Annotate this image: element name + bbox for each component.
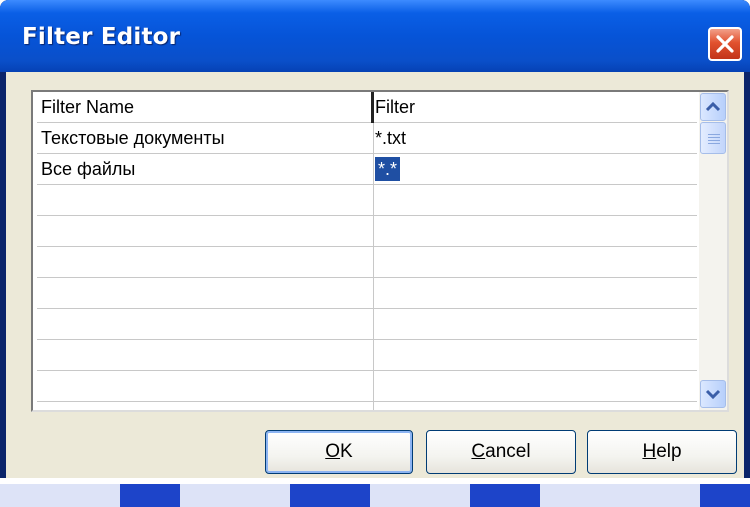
table-row[interactable] — [37, 185, 697, 216]
thumb-grip-line — [708, 137, 720, 138]
filter-name-cell[interactable] — [41, 247, 367, 278]
filter-name-cell[interactable] — [41, 185, 367, 216]
scroll-down-button[interactable] — [700, 380, 726, 408]
close-button[interactable] — [708, 27, 742, 61]
strip-segment — [700, 484, 750, 507]
table-row[interactable] — [37, 247, 697, 278]
chevron-down-icon — [705, 389, 721, 400]
vertical-scrollbar[interactable] — [699, 92, 727, 410]
filter-pattern-cell[interactable] — [375, 278, 695, 309]
scroll-thumb[interactable] — [700, 122, 726, 154]
table-row[interactable] — [37, 371, 697, 402]
filter-pattern-cell[interactable]: *.txt — [375, 123, 695, 154]
thumb-grip-line — [708, 134, 720, 135]
filter-pattern-cell[interactable] — [375, 247, 695, 278]
help-mnemonic: H — [642, 441, 657, 462]
grid-header-row: Filter Name Filter — [37, 92, 697, 123]
background-strip — [0, 478, 750, 507]
scroll-up-button[interactable] — [700, 93, 726, 121]
filter-pattern-cell-selected[interactable]: *.* — [375, 154, 695, 185]
filter-editor-window: Filter Editor Filter Name Filter Текстов… — [0, 0, 750, 478]
column-header-filter[interactable]: Filter — [375, 92, 695, 123]
table-row[interactable]: Текстовые документы *.txt — [37, 123, 697, 154]
ok-label-rest: K — [340, 441, 353, 462]
thumb-grip-line — [708, 140, 720, 141]
thumb-grip-line — [708, 143, 720, 144]
cancel-button[interactable]: Cancel — [426, 430, 576, 474]
table-row[interactable] — [37, 309, 697, 340]
table-row[interactable] — [37, 216, 697, 247]
close-x-icon — [716, 35, 734, 53]
column-resize-handle[interactable] — [371, 92, 374, 123]
filter-name-cell[interactable] — [41, 340, 367, 371]
filter-name-cell[interactable]: Все файлы — [41, 154, 367, 185]
table-row[interactable]: Все файлы *.* — [37, 154, 697, 185]
table-row[interactable] — [37, 340, 697, 371]
strip-segment — [470, 484, 540, 507]
strip-shadow — [0, 484, 750, 507]
filter-name-cell[interactable] — [41, 309, 367, 340]
filter-name-cell[interactable] — [41, 216, 367, 247]
filter-pattern-cell[interactable] — [375, 216, 695, 247]
ok-button[interactable]: OK — [265, 430, 413, 474]
column-header-filter-name[interactable]: Filter Name — [41, 92, 367, 123]
help-button[interactable]: Help — [587, 430, 737, 474]
filter-name-cell[interactable] — [41, 278, 367, 309]
dialog-client-area: Filter Name Filter Текстовые документы *… — [6, 72, 744, 478]
title-bar[interactable]: Filter Editor — [0, 0, 750, 72]
column-divider — [373, 123, 374, 410]
strip-segment — [290, 484, 370, 507]
cancel-label-rest: ancel — [485, 441, 531, 462]
help-label-rest: elp — [656, 441, 682, 462]
filter-pattern-cell[interactable] — [375, 371, 695, 402]
filter-pattern-cell[interactable] — [375, 309, 695, 340]
filter-grid[interactable]: Filter Name Filter Текстовые документы *… — [31, 90, 729, 412]
grid-body: Filter Name Filter Текстовые документы *… — [37, 92, 697, 410]
filter-name-cell[interactable]: Текстовые документы — [41, 123, 367, 154]
chevron-up-icon — [705, 101, 721, 112]
window-title: Filter Editor — [22, 24, 181, 50]
cancel-mnemonic: C — [471, 441, 486, 462]
filter-name-cell[interactable] — [41, 371, 367, 402]
filter-pattern-cell[interactable] — [375, 185, 695, 216]
filter-pattern-cell[interactable] — [375, 340, 695, 371]
ok-mnemonic: O — [325, 441, 341, 462]
strip-segment — [120, 484, 180, 507]
selected-filter-text[interactable]: *.* — [375, 157, 401, 181]
table-row[interactable] — [37, 278, 697, 309]
